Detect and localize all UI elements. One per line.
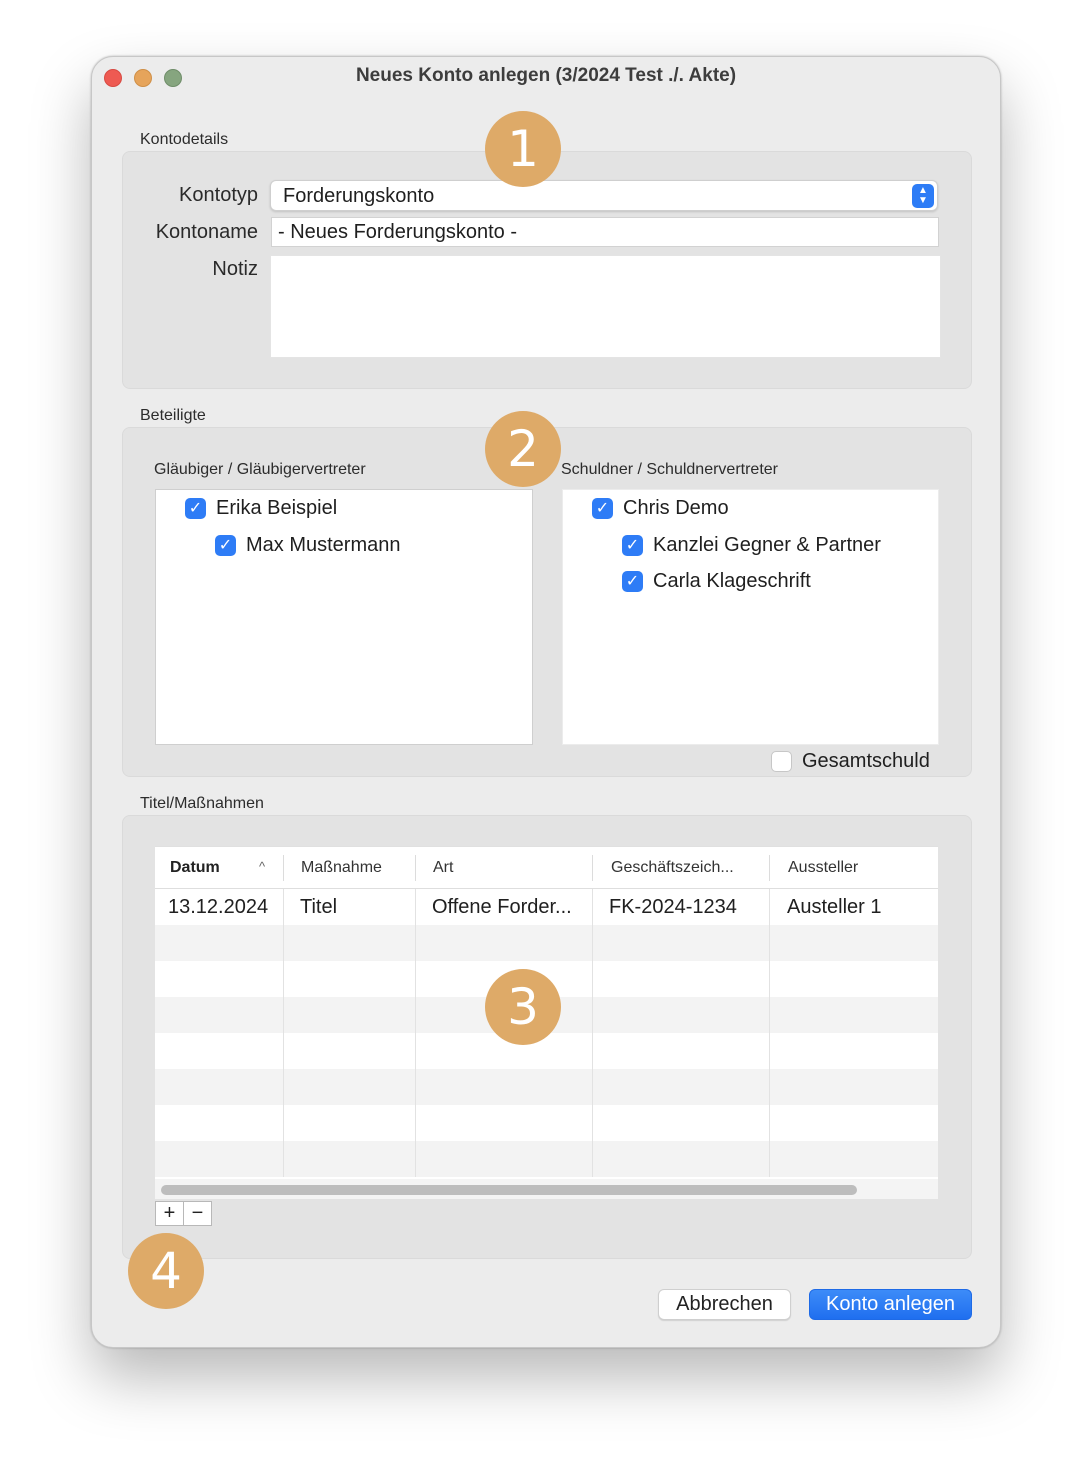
updown-arrows-icon: ▲ ▼ bbox=[912, 184, 934, 208]
callout-badge-4: 4 bbox=[128, 1233, 204, 1309]
column-header-art[interactable]: Art bbox=[433, 859, 453, 877]
table-cell: Austeller 1 bbox=[787, 896, 882, 918]
notiz-label: Notiz bbox=[212, 258, 258, 280]
column-gridline bbox=[769, 889, 770, 1177]
beteiligte-group: Gläubiger / Gläubigervertreter ✓ Erika B… bbox=[122, 427, 972, 777]
table-cell: 13.12.2024 bbox=[168, 896, 269, 918]
table-cell: Titel bbox=[300, 896, 338, 918]
window-title: Neues Konto anlegen (3/2024 Test ./. Akt… bbox=[355, 65, 737, 86]
titel-group: 13.12.2024 Titel Offene Forder... FK-202… bbox=[122, 815, 972, 1259]
column-header-massnahme[interactable]: Maßnahme bbox=[301, 859, 382, 877]
list-item[interactable]: ✓ Max Mustermann bbox=[215, 534, 401, 557]
kontodetails-section-title: Kontodetails bbox=[140, 131, 229, 148]
column-header-geschaeftszeichen[interactable]: Geschäftszeich... bbox=[611, 859, 734, 877]
schuldner-list[interactable]: ✓ Chris Demo ✓ Kanzlei Gegner & Partner … bbox=[562, 489, 939, 745]
kontodetails-group: Kontotyp Forderungskonto ▲ ▼ Kontoname - … bbox=[122, 151, 972, 389]
table-row[interactable] bbox=[155, 1069, 938, 1105]
kontotyp-value: Forderungskonto bbox=[283, 185, 435, 207]
beteiligte-section-title: Beteiligte bbox=[140, 407, 206, 424]
list-item-label: Max Mustermann bbox=[246, 534, 401, 556]
callout-badge-1: 1 bbox=[485, 111, 561, 187]
column-header-datum[interactable]: Datum bbox=[170, 859, 220, 877]
column-separator bbox=[769, 855, 770, 881]
scrollbar-thumb[interactable] bbox=[161, 1185, 857, 1195]
titel-section-title: Titel/Maßnahmen bbox=[140, 795, 264, 812]
table-cell: Offene Forder... bbox=[432, 896, 572, 918]
table-header: Datum ^ Maßnahme Art Geschäftszeich... A… bbox=[155, 847, 938, 889]
glaeubiger-title: Gläubiger / Gläubigervertreter bbox=[154, 461, 366, 478]
table-row[interactable] bbox=[155, 1033, 938, 1069]
column-gridline bbox=[415, 889, 416, 1177]
table-row[interactable]: 13.12.2024 Titel Offene Forder... FK-202… bbox=[155, 889, 938, 925]
checkbox-checked-icon[interactable]: ✓ bbox=[592, 498, 613, 519]
column-separator bbox=[283, 855, 284, 881]
checkbox-checked-icon[interactable]: ✓ bbox=[622, 571, 643, 592]
checkbox-unchecked-icon[interactable] bbox=[771, 751, 792, 772]
list-item[interactable]: ✓ Chris Demo bbox=[592, 497, 729, 520]
column-separator bbox=[415, 855, 416, 881]
schuldner-title: Schuldner / Schuldnervertreter bbox=[561, 461, 778, 478]
horizontal-scrollbar[interactable] bbox=[155, 1179, 938, 1199]
list-item-label: Erika Beispiel bbox=[216, 497, 338, 519]
list-item-label: Carla Klageschrift bbox=[653, 570, 811, 592]
list-item[interactable]: ✓ Kanzlei Gegner & Partner bbox=[622, 534, 881, 557]
kontoname-label: Kontoname bbox=[155, 221, 258, 243]
glaeubiger-list[interactable]: ✓ Erika Beispiel ✓ Max Mustermann bbox=[155, 489, 533, 745]
checkbox-checked-icon[interactable]: ✓ bbox=[622, 535, 643, 556]
column-gridline bbox=[592, 889, 593, 1177]
table-row[interactable] bbox=[155, 925, 938, 961]
kontotyp-label: Kontotyp bbox=[179, 184, 258, 206]
kontotyp-select[interactable]: Forderungskonto ▲ ▼ bbox=[270, 180, 938, 211]
remove-row-button[interactable]: − bbox=[183, 1201, 212, 1226]
gesamtschuld-checkbox[interactable]: Gesamtschuld bbox=[771, 750, 930, 773]
gesamtschuld-label: Gesamtschuld bbox=[802, 750, 930, 772]
column-separator bbox=[592, 855, 593, 881]
list-item[interactable]: ✓ Erika Beispiel bbox=[185, 497, 337, 520]
dialog-window: Neues Konto anlegen (3/2024 Test ./. Akt… bbox=[91, 56, 1001, 1348]
table-cell: FK-2024-1234 bbox=[609, 896, 737, 918]
column-gridline bbox=[283, 889, 284, 1177]
checkbox-checked-icon[interactable]: ✓ bbox=[185, 498, 206, 519]
list-item[interactable]: ✓ Carla Klageschrift bbox=[622, 570, 811, 593]
callout-badge-2: 2 bbox=[485, 411, 561, 487]
checkbox-checked-icon[interactable]: ✓ bbox=[215, 535, 236, 556]
callout-badge-3: 3 bbox=[485, 969, 561, 1045]
table-row[interactable] bbox=[155, 1141, 938, 1177]
list-item-label: Chris Demo bbox=[623, 497, 729, 519]
table-row[interactable] bbox=[155, 1105, 938, 1141]
add-row-button[interactable]: + bbox=[155, 1201, 184, 1226]
sort-ascending-icon: ^ bbox=[259, 859, 266, 874]
create-account-button[interactable]: Konto anlegen bbox=[809, 1289, 972, 1320]
notiz-textarea[interactable] bbox=[270, 255, 941, 358]
column-header-aussteller[interactable]: Aussteller bbox=[788, 859, 858, 877]
cancel-button[interactable]: Abbrechen bbox=[658, 1289, 791, 1320]
list-item-label: Kanzlei Gegner & Partner bbox=[653, 534, 881, 556]
kontoname-input[interactable]: - Neues Forderungskonto - bbox=[271, 217, 939, 247]
